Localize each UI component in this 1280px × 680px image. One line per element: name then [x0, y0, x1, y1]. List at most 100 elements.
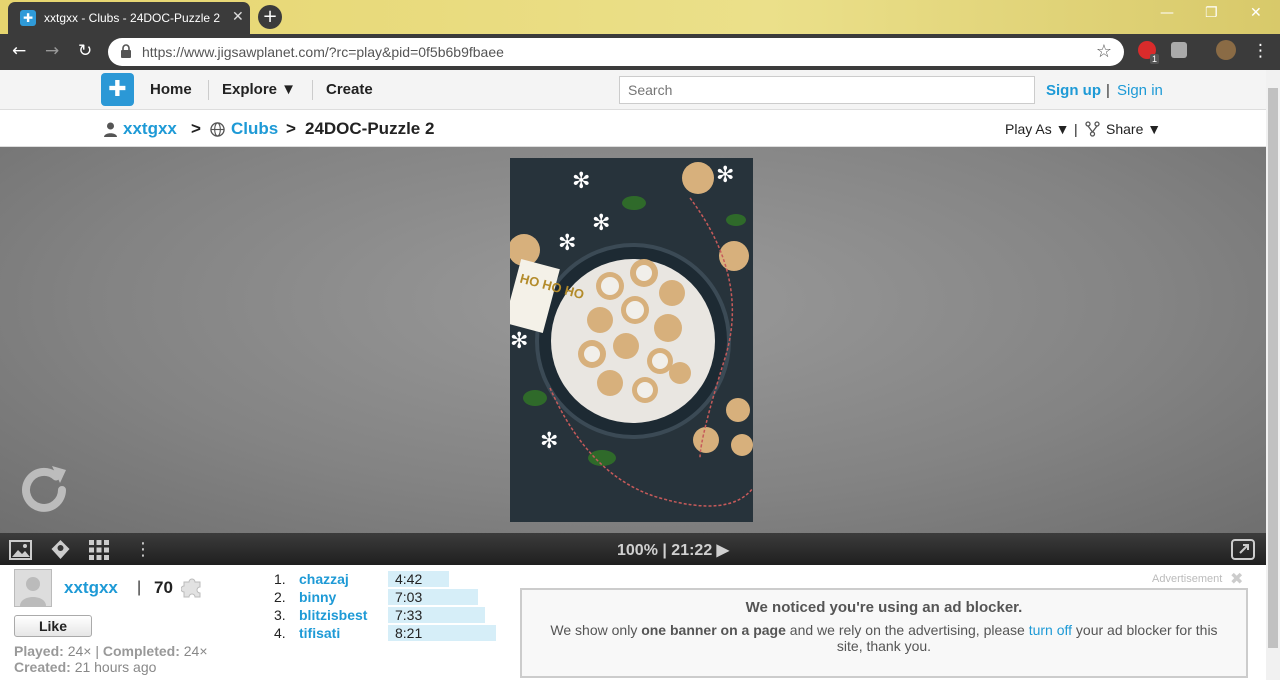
leaderboard-row: 2. binny 7:03: [274, 589, 514, 607]
image-preview-icon[interactable]: [9, 540, 32, 560]
search-input[interactable]: [619, 76, 1035, 104]
ad-notice-title: We noticed you're using an ad blocker.: [745, 599, 1023, 616]
site-header: ✚ Home Explore ▼ Create Sign up | Sign i…: [0, 70, 1266, 110]
completion-time: 8:21: [395, 625, 423, 641]
leaderboard-row: 1. chazzaj 4:42: [274, 571, 514, 589]
refresh-puzzle-icon[interactable]: [16, 460, 76, 520]
rank: 4.: [274, 625, 286, 641]
puzzle-controls-bar: ⋮ 100% | 21:22 ▶: [0, 533, 1266, 565]
like-button[interactable]: Like: [14, 615, 92, 637]
url-text: https://www.jigsawplanet.com/?rc=play&pi…: [142, 44, 504, 60]
player-name-link[interactable]: binny: [299, 589, 336, 605]
puzzle-favicon-icon: ✚: [20, 10, 36, 26]
browser-tab-strip: ✚ xxtgxx - Clubs - 24DOC-Puzzle 2 ✕ + — …: [0, 0, 1280, 34]
svg-text:✻: ✻: [510, 329, 528, 354]
svg-text:✻: ✻: [558, 231, 576, 256]
menu-create[interactable]: Create: [326, 81, 373, 98]
rank: 3.: [274, 607, 286, 623]
toolbar-separator: |: [1074, 121, 1078, 137]
user-icon: [104, 122, 117, 137]
ad-text-part: We show only: [550, 622, 642, 638]
jigsawplanet-logo[interactable]: ✚: [101, 73, 134, 106]
ad-blocker-notice: We noticed you're using an ad blocker. W…: [520, 588, 1248, 678]
completion-time: 4:42: [395, 571, 423, 587]
new-tab-button[interactable]: +: [258, 5, 282, 29]
address-bar[interactable]: https://www.jigsawplanet.com/?rc=play&pi…: [108, 38, 1124, 66]
ad-text-bold: one banner on a page: [641, 622, 786, 638]
window-close-icon[interactable]: ✕: [1250, 5, 1262, 21]
browser-toolbar: ← → ↻ https://www.jigsawplanet.com/?rc=p…: [0, 34, 1280, 70]
play-stats: Played: 24× | Completed: 24×: [14, 643, 208, 659]
close-ad-icon[interactable]: ✖: [1230, 569, 1243, 588]
share-dropdown[interactable]: Share ▼: [1106, 121, 1161, 137]
rank: 1.: [274, 571, 286, 587]
advertisement-label: Advertisement: [1152, 573, 1223, 585]
bookmark-star-icon[interactable]: ☆: [1096, 41, 1112, 62]
menu-divider: [208, 80, 209, 100]
svg-text:✻: ✻: [572, 169, 590, 194]
player-name-link[interactable]: tifisati: [299, 625, 340, 641]
completed-value: 24×: [183, 643, 208, 659]
breadcrumb: xxtgxx > Clubs > 24DOC-Puzzle 2 Play As …: [0, 111, 1266, 147]
reload-icon[interactable]: ↻: [78, 41, 92, 61]
profile-avatar[interactable]: [1216, 40, 1236, 60]
svg-text:✻: ✻: [592, 211, 610, 236]
lock-icon: [121, 44, 131, 58]
back-arrow-icon[interactable]: ←: [12, 41, 26, 61]
scrollbar-thumb[interactable]: [1268, 88, 1278, 648]
created-label: Created:: [14, 659, 71, 675]
player-name-link[interactable]: blitzisbest: [299, 607, 367, 623]
globe-icon: [210, 122, 225, 137]
play-as-dropdown[interactable]: Play As ▼: [1005, 121, 1069, 137]
page-scrollbar[interactable]: [1266, 70, 1280, 680]
player-name-link[interactable]: chazzaj: [299, 571, 349, 587]
minimize-icon[interactable]: —: [1160, 5, 1174, 21]
breadcrumb-user[interactable]: xxtgxx: [123, 119, 177, 139]
auth-separator: |: [1106, 82, 1110, 99]
ad-notice-text: We show only one banner on a page and we…: [522, 622, 1246, 654]
browser-menu-icon[interactable]: ⋮: [1252, 41, 1269, 61]
extension-icon[interactable]: [1171, 42, 1187, 58]
browser-tab[interactable]: ✚ xxtgxx - Clubs - 24DOC-Puzzle 2 ✕: [8, 2, 250, 34]
leaderboard-row: 4. tifisati 8:21: [274, 625, 514, 643]
svg-text:✻: ✻: [540, 429, 558, 454]
rank: 2.: [274, 589, 286, 605]
owner-name-link[interactable]: xxtgxx: [64, 578, 118, 598]
progress-and-timer[interactable]: 100% | 21:22 ▶: [617, 540, 729, 560]
fullscreen-icon[interactable]: [1231, 539, 1255, 560]
sign-up-link[interactable]: Sign up: [1046, 82, 1101, 99]
menu-home[interactable]: Home: [150, 81, 192, 98]
default-avatar-icon: [20, 577, 46, 606]
cookies-photo: HO HO HO ✻✻✻ ✻✻✻: [510, 158, 753, 522]
played-value: 24×: [67, 643, 92, 659]
puzzle-image[interactable]: HO HO HO ✻ ✻ ✻ ✻ ✻ ✻: [510, 158, 753, 522]
ghost-image-icon[interactable]: [50, 539, 71, 560]
breadcrumb-clubs[interactable]: Clubs: [231, 119, 278, 139]
turn-off-link[interactable]: turn off: [1029, 622, 1072, 638]
completion-time: 7:03: [395, 589, 423, 605]
restore-icon[interactable]: ❐: [1205, 5, 1218, 21]
breadcrumb-puzzle-title: 24DOC-Puzzle 2: [305, 119, 435, 138]
forward-arrow-icon[interactable]: →: [45, 41, 59, 61]
piece-count: 70: [154, 578, 173, 597]
played-label: Played:: [14, 643, 64, 659]
menu-explore[interactable]: Explore ▼: [222, 81, 296, 98]
share-icon: [1085, 121, 1100, 137]
scatter-pieces-icon[interactable]: [89, 540, 109, 560]
breadcrumb-sep: >: [286, 119, 296, 138]
avatar[interactable]: [14, 569, 52, 607]
more-options-icon[interactable]: ⋮: [134, 539, 152, 560]
sign-in-link[interactable]: Sign in: [1117, 82, 1163, 99]
completion-time: 7:33: [395, 607, 423, 623]
close-tab-icon[interactable]: ✕: [232, 9, 244, 25]
created-value: 21 hours ago: [74, 659, 157, 675]
ad-text-part: and we rely on the advertising, please: [785, 622, 1029, 638]
stat-separator: |: [95, 643, 99, 659]
created-stat: Created: 21 hours ago: [14, 659, 156, 675]
extension-badge: 1: [1150, 54, 1160, 64]
owner-separator: |: [137, 579, 142, 596]
completed-label: Completed:: [102, 643, 180, 659]
svg-text:✻: ✻: [716, 163, 734, 188]
breadcrumb-sep: >: [191, 119, 201, 138]
puzzle-piece-icon: [181, 578, 201, 598]
